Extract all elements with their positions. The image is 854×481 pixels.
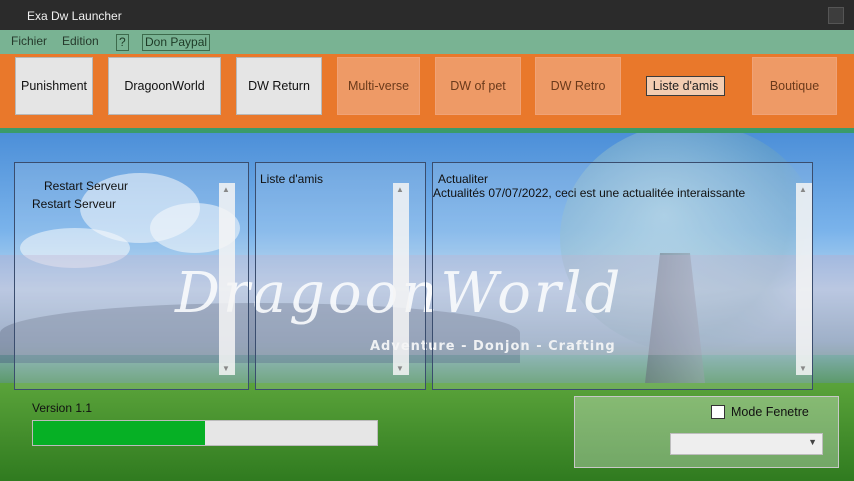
news-panel: Actualiter Actualités 07/07/2022, ceci e… [432,162,813,390]
progress-fill [33,421,205,445]
chevron-down-icon: ▼ [808,437,817,447]
version-label: Version 1.1 [32,401,93,415]
scroll-down-icon[interactable]: ▼ [222,364,230,373]
launch-option-dropdown[interactable]: ▼ [670,433,823,455]
news-text: Actualités 07/07/2022, ceci est une actu… [433,186,746,200]
dw-return-button[interactable]: DW Return [236,57,322,115]
mode-fenetre-checkbox[interactable] [711,405,725,419]
server-status-panel: Restart Serveur Restart Serveur ▲ ▼ [14,162,249,390]
window-control-button[interactable] [828,7,844,24]
options-panel: Mode Fenetre ▼ [574,396,839,468]
multi-verse-button[interactable]: Multi-verse [337,57,420,115]
scroll-up-icon[interactable]: ▲ [396,185,404,194]
window-title: Exa Dw Launcher [27,9,122,23]
vertical-scrollbar[interactable]: ▲ ▼ [796,183,812,375]
dw-retro-button[interactable]: DW Retro [535,57,621,115]
title-bar: Exa Dw Launcher [0,0,854,30]
friends-panel-title: Liste d'amis [260,172,323,186]
background-scene: DragoonWorld Adventure - Donjon - Crafti… [0,133,854,481]
vertical-scrollbar[interactable]: ▲ ▼ [219,183,235,375]
scroll-up-icon[interactable]: ▲ [222,185,230,194]
scroll-up-icon[interactable]: ▲ [799,185,807,194]
menu-fichier[interactable]: Fichier [11,34,47,51]
vertical-scrollbar[interactable]: ▲ ▼ [393,183,409,375]
server-status-line: Restart Serveur [32,197,117,211]
scroll-down-icon[interactable]: ▼ [396,364,404,373]
server-toolbar: Punishment DragoonWorld DW Return Multi-… [0,54,854,128]
server-status-line: Restart Serveur [44,179,129,193]
punishment-button[interactable]: Punishment [15,57,93,115]
friends-panel: Liste d'amis ▲ ▼ [255,162,426,390]
dragoonworld-button[interactable]: DragoonWorld [108,57,221,115]
menu-don-paypal[interactable]: Don Paypal [142,34,211,51]
scroll-down-icon[interactable]: ▼ [799,364,807,373]
news-panel-title: Actualiter [438,172,489,186]
mode-fenetre-label: Mode Fenetre [731,405,809,419]
menu-bar: Fichier Edition ? Don Paypal [0,30,854,54]
menu-edition[interactable]: Edition [62,34,99,51]
friends-list-button[interactable]: Liste d'amis [646,76,725,96]
menu-help[interactable]: ? [116,34,129,51]
update-progress-bar [32,420,378,446]
boutique-button[interactable]: Boutique [752,57,837,115]
dw-of-pet-button[interactable]: DW of pet [435,57,521,115]
